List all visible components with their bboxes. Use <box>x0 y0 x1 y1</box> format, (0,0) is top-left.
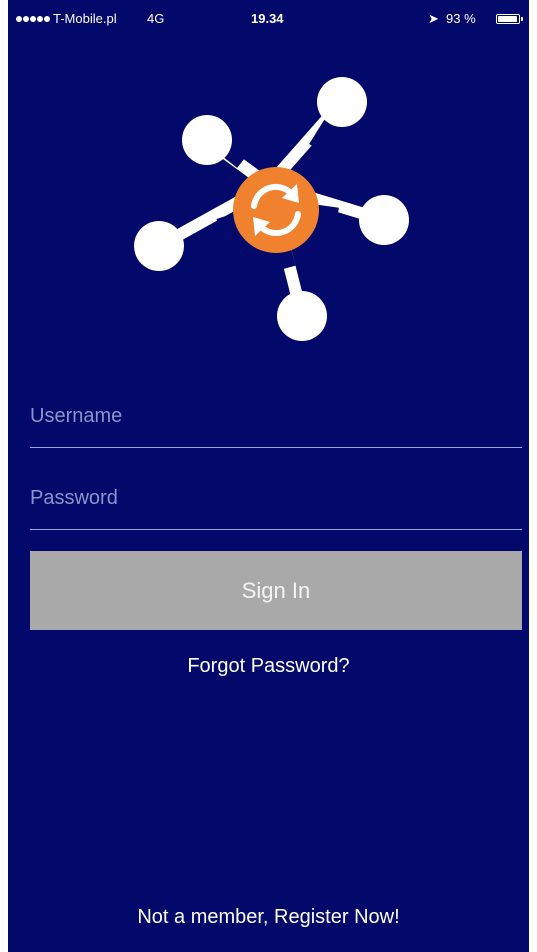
logo-node-top-left <box>182 115 232 165</box>
password-input[interactable] <box>30 483 522 513</box>
username-field <box>30 384 522 448</box>
network-sync-logo <box>134 77 409 341</box>
logo-hub <box>233 167 319 253</box>
logo-node-bottom <box>277 291 327 341</box>
login-screen: T-Mobile.pl 4G 19.34 ➤ 93 % Username Sig… <box>8 0 529 952</box>
password-field <box>30 466 522 530</box>
forgot-password-link[interactable]: Forgot Password? <box>8 655 529 678</box>
sign-in-button[interactable]: Sign In <box>30 551 522 630</box>
logo-node-left <box>134 221 184 271</box>
logo-node-top-right <box>317 77 367 127</box>
register-link[interactable]: Not a member, Register Now! <box>8 906 529 929</box>
username-input[interactable] <box>30 401 522 431</box>
logo-node-right <box>359 195 409 245</box>
